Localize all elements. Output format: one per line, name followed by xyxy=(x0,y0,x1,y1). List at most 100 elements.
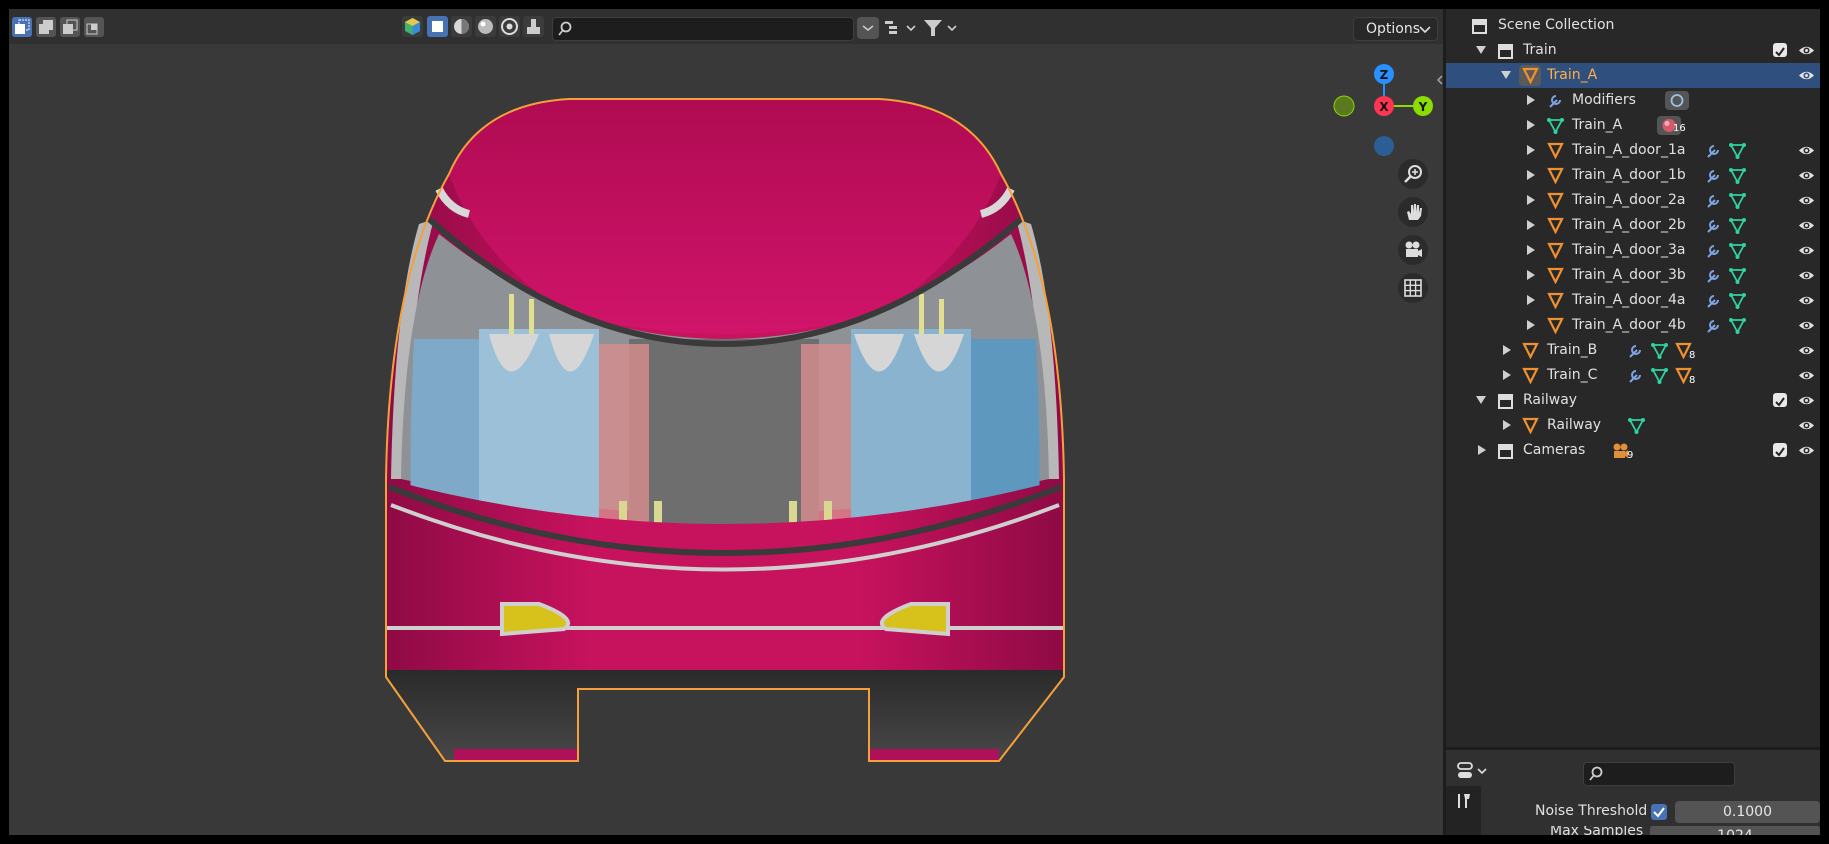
max-samples-field[interactable]: 1024 xyxy=(1650,826,1820,835)
mesh-object-icon xyxy=(1522,67,1539,84)
outliner-row-label: Train_A_door_1b xyxy=(1572,167,1686,183)
outliner-row-label: Train_A xyxy=(1572,117,1623,133)
3d-viewport[interactable]: Options Z X Y xyxy=(9,9,1443,835)
eye-icon[interactable] xyxy=(1798,268,1815,283)
outliner-row-door[interactable]: Train_A_door_1b xyxy=(1446,163,1820,188)
eye-icon[interactable] xyxy=(1798,68,1815,83)
outliner-row-modifiers[interactable]: Modifiers xyxy=(1446,88,1820,113)
eye-icon[interactable] xyxy=(1798,393,1815,408)
camera-icon[interactable] xyxy=(1398,235,1428,265)
outliner-row-label: Train_A_door_2b xyxy=(1572,217,1686,233)
checkbox-icon[interactable] xyxy=(1773,443,1787,457)
outliner-row-train-b[interactable]: Train_B 8 xyxy=(1446,338,1820,363)
grid-icon[interactable] xyxy=(1398,273,1428,303)
outliner-row-door[interactable]: Train_A_door_2b xyxy=(1446,213,1820,238)
expand-toggle[interactable] xyxy=(1527,270,1535,280)
outliner-row-label: Train_A xyxy=(1547,67,1598,83)
outliner-row-train-c[interactable]: Train_C 8 xyxy=(1446,363,1820,388)
expand-toggle[interactable] xyxy=(1503,345,1511,355)
expand-toggle[interactable] xyxy=(1527,320,1535,330)
outliner-row-cameras[interactable]: Cameras 9 xyxy=(1446,438,1820,463)
mesh-object-icon xyxy=(1522,417,1539,434)
max-samples-row: Max Samples 1024 xyxy=(1446,826,1820,835)
outliner-row-railway-collection[interactable]: Railway xyxy=(1446,388,1820,413)
mesh-object-icon xyxy=(1547,267,1564,284)
eye-icon[interactable] xyxy=(1798,193,1815,208)
modifier-badge[interactable] xyxy=(1665,91,1689,110)
eye-icon[interactable] xyxy=(1798,143,1815,158)
eye-icon[interactable] xyxy=(1798,343,1815,358)
outliner-row-door[interactable]: Train_A_door_3a xyxy=(1446,238,1820,263)
outliner-row-train-a-mesh[interactable]: Train_A 16 xyxy=(1446,113,1820,138)
noise-threshold-field[interactable]: 0.1000 xyxy=(1675,801,1820,823)
eye-icon[interactable] xyxy=(1798,368,1815,383)
outliner-row-door[interactable]: Train_A_door_1a xyxy=(1446,138,1820,163)
eye-icon[interactable] xyxy=(1798,218,1815,233)
navigation-gizmo[interactable]: Z X Y xyxy=(1329,57,1439,167)
editor-type-dropdown[interactable] xyxy=(1456,759,1490,783)
wrench-icon xyxy=(1707,220,1719,233)
outliner-row-railway[interactable]: Railway xyxy=(1446,413,1820,438)
expand-toggle[interactable] xyxy=(1527,170,1535,180)
expand-toggle[interactable] xyxy=(1527,295,1535,305)
eye-icon[interactable] xyxy=(1798,318,1815,333)
expand-toggle[interactable] xyxy=(1527,120,1535,130)
eye-icon[interactable] xyxy=(1798,293,1815,308)
mesh-object-icon xyxy=(1547,167,1564,184)
outliner-row-train[interactable]: Train xyxy=(1446,38,1820,63)
mesh-data-icon xyxy=(1651,343,1668,359)
scene-collection-row[interactable]: Scene Collection xyxy=(1446,13,1820,38)
eye-icon[interactable] xyxy=(1798,418,1815,433)
outliner-row-label: Train_A_door_2a xyxy=(1572,192,1686,208)
blender-window: Options Z X Y Scene Collection Train Tra… xyxy=(9,9,1820,835)
checkbox-icon[interactable] xyxy=(1773,393,1787,407)
eye-icon[interactable] xyxy=(1798,168,1815,183)
collection-icon xyxy=(1498,394,1513,409)
outliner-row-door[interactable]: Train_A_door_3b xyxy=(1446,263,1820,288)
properties-search-input[interactable] xyxy=(1583,762,1735,786)
expand-toggle[interactable] xyxy=(1527,145,1535,155)
scene-collection-icon xyxy=(1472,19,1487,34)
expand-toggle[interactable] xyxy=(1503,420,1511,430)
noise-threshold-label: Noise Threshold xyxy=(1535,803,1648,819)
train-front-model[interactable] xyxy=(9,9,1443,835)
wrench-icon xyxy=(1629,345,1641,358)
mesh-data-icon xyxy=(1729,293,1746,309)
expand-toggle[interactable] xyxy=(1527,195,1535,205)
noise-threshold-value: 0.1000 xyxy=(1723,804,1772,820)
outliner-row-label: Train_A_door_4a xyxy=(1572,292,1686,308)
outliner-row-label: Modifiers xyxy=(1572,92,1636,108)
zoom-icon[interactable] xyxy=(1398,159,1428,189)
wrench-icon xyxy=(1707,270,1719,283)
expand-toggle[interactable] xyxy=(1527,95,1535,105)
max-samples-value: 1024 xyxy=(1717,828,1753,835)
tool-settings-icon[interactable] xyxy=(1454,791,1474,811)
search-icon xyxy=(1589,766,1603,781)
checkbox-icon[interactable] xyxy=(1773,43,1787,57)
outliner-row-door[interactable]: Train_A_door_2a xyxy=(1446,188,1820,213)
expand-toggle[interactable] xyxy=(1527,245,1535,255)
outliner-panel[interactable]: Scene Collection Train Train_A Modifiers xyxy=(1446,9,1820,747)
eye-icon[interactable] xyxy=(1798,43,1815,58)
expand-toggle[interactable] xyxy=(1501,71,1511,79)
hand-pan-icon[interactable] xyxy=(1398,197,1428,227)
outliner-row-label: Railway xyxy=(1547,417,1602,433)
noise-threshold-checkbox[interactable] xyxy=(1651,804,1667,820)
collection-icon xyxy=(1498,44,1513,59)
expand-toggle[interactable] xyxy=(1503,370,1511,380)
expand-toggle[interactable] xyxy=(1476,46,1486,54)
expand-toggle[interactable] xyxy=(1478,445,1486,455)
outliner-row-train-a[interactable]: Train_A xyxy=(1446,63,1820,88)
expand-toggle[interactable] xyxy=(1527,220,1535,230)
sidebar-toggle-chevron[interactable] xyxy=(1437,70,1443,85)
wrench-icon xyxy=(1707,170,1719,183)
outliner-row-door[interactable]: Train_A_door_4b xyxy=(1446,313,1820,338)
outliner-row-door[interactable]: Train_A_door_4a xyxy=(1446,288,1820,313)
mesh-data-icon xyxy=(1729,243,1746,259)
outliner-row-label: Railway xyxy=(1523,392,1578,408)
outliner-row-label: Train_A_door_4b xyxy=(1572,317,1686,333)
expand-toggle[interactable] xyxy=(1476,396,1486,404)
properties-panel[interactable]: Noise Threshold 0.1000 Max Samples 1024 xyxy=(1446,750,1820,835)
eye-icon[interactable] xyxy=(1798,243,1815,258)
eye-icon[interactable] xyxy=(1798,443,1815,458)
